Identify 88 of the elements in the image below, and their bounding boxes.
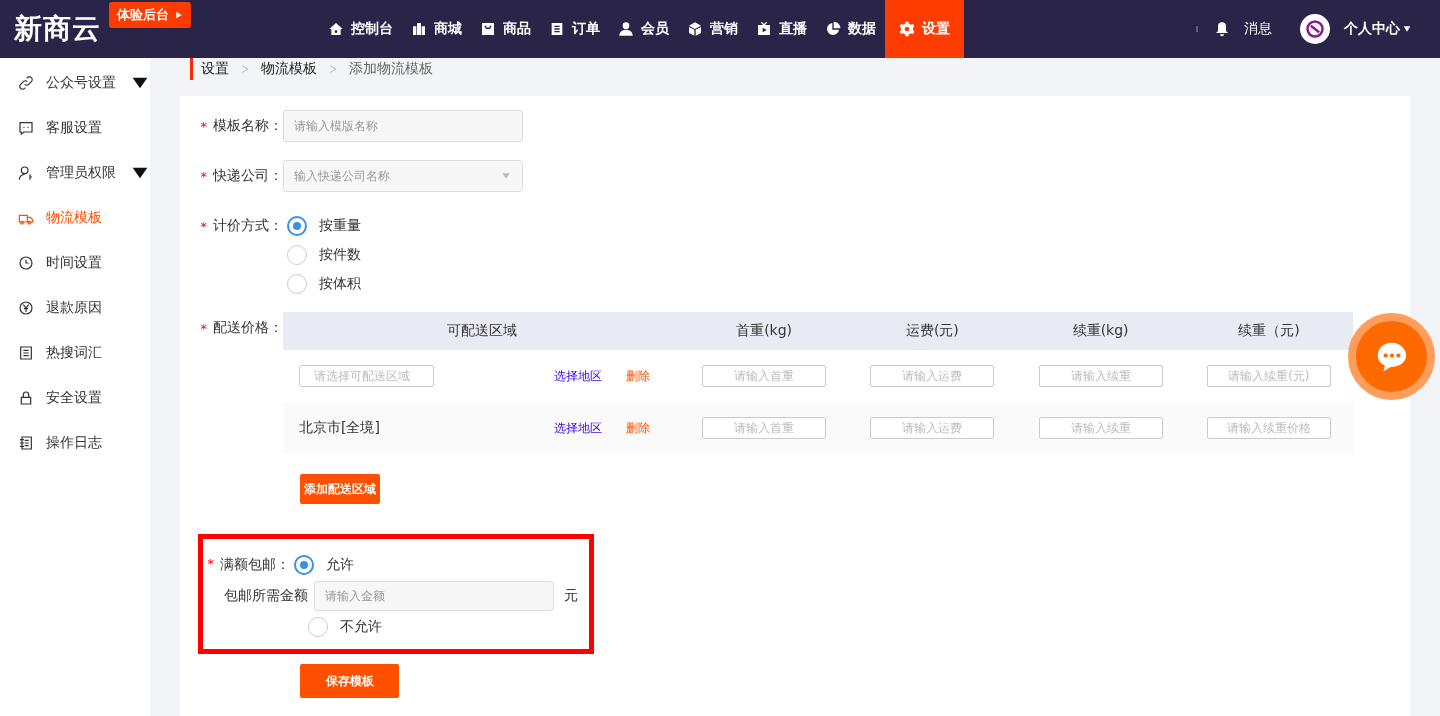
clipboard-icon [549,21,565,37]
person-icon [618,21,634,37]
option-label: 不允许 [340,618,382,636]
nav-item[interactable]: 设置 [885,0,964,58]
nav-item[interactable]: 直播 [747,0,816,58]
option-label: 按件数 [319,246,361,264]
text-input[interactable]: 请输入模版名称 [283,110,523,142]
chat-bubble-icon [18,119,34,136]
required-mark: * [207,556,214,573]
breadcrumb-item: 添加物流模板 [349,60,433,78]
avatar[interactable] [1300,14,1330,44]
amount-input[interactable]: 请输入金额 [314,581,554,611]
radio-button[interactable] [287,274,307,294]
column-header: 续重（元) [1184,312,1353,350]
caret-down-icon [1402,25,1412,33]
unit-label: 元 [564,587,578,605]
option-label: 按重量 [319,217,361,235]
gear-icon [899,21,915,37]
nav-item[interactable]: 数据 [816,0,885,58]
house-icon [328,21,344,37]
messages-link[interactable]: 消息 [1244,20,1272,38]
cube-icon [687,21,703,37]
tv-icon [756,21,772,37]
radio-button[interactable] [308,617,328,637]
user-menu[interactable]: 个人中心 [1344,20,1412,38]
table-input[interactable]: 请输入首重 [702,417,827,439]
lock-icon [18,389,34,406]
field-label: 满额包邮： [220,556,290,574]
sidebar-item[interactable]: 热搜词汇 [0,330,150,375]
nav-item[interactable]: 商品 [471,0,540,58]
sidebar-item[interactable]: 客服设置 [0,105,150,150]
list-icon [18,344,34,361]
table-input[interactable]: 请输入运费 [870,417,995,439]
sidebar-item[interactable]: 退款原因 [0,285,150,330]
table-input[interactable]: 请输入首重 [702,365,827,387]
sidebar-item[interactable]: 安全设置 [0,375,150,420]
select-region-link[interactable]: 选择地区 [554,419,602,437]
required-mark: * [200,118,207,134]
table-input[interactable]: 请输入续重 [1038,365,1163,387]
radio-button[interactable] [287,245,307,265]
field-label: 配送价格： [213,319,283,337]
table-input[interactable]: 请输入续重 [1038,417,1163,439]
nav-item[interactable]: 会员 [609,0,678,58]
column-header: 可配送区域 [283,312,680,350]
bell-icon [1214,20,1230,38]
trial-button[interactable]: 体验后台 [109,2,191,28]
select-region-link[interactable]: 选择地区 [554,367,602,385]
column-header: 续重(kg) [1016,312,1185,350]
table-input[interactable]: 请输入续重(元) [1206,365,1331,387]
log-icon [18,434,34,451]
field-label: 模板名称： [213,117,283,135]
buildings-icon [411,21,427,37]
field-label: 计价方式： [213,217,283,235]
column-header: 运费(元) [848,312,1017,350]
caret-down-icon [500,172,512,180]
chevron-right-icon [241,64,249,74]
table-input[interactable]: 请输入续重价格 [1206,417,1331,439]
required-mark: * [200,218,207,234]
nav-item[interactable]: 营销 [678,0,747,58]
radio-button[interactable] [294,555,314,575]
pie-chart-icon [825,21,841,37]
sidebar-item[interactable]: 操作日志 [0,420,150,465]
table-input[interactable]: 请输入运费 [870,365,995,387]
link-icon [18,74,34,91]
nav-item[interactable]: 订单 [540,0,609,58]
option-label: 允许 [326,556,354,574]
region-text: 北京市[全境] [299,419,381,437]
required-mark: * [200,168,207,184]
required-mark: * [200,320,207,336]
play-triangle-icon [175,10,183,20]
breadcrumb-item[interactable]: 物流模板 [261,60,317,78]
clock-icon [18,254,34,271]
option-label: 按体积 [319,275,361,293]
sidebar-item[interactable]: 管理员权限 [0,150,150,195]
radio-button[interactable] [287,216,307,236]
nav-item[interactable]: 控制台 [319,0,402,58]
sidebar-item[interactable]: 公众号设置 [0,60,150,105]
logo: 新商云 [14,11,101,47]
field-label: 快递公司： [213,167,283,185]
nav-item[interactable]: 商城 [402,0,471,58]
field-label: 包邮所需金额 [223,587,309,605]
yen-circle-icon [18,299,34,316]
user-key-icon [18,164,34,181]
sidebar-item[interactable]: 时间设置 [0,240,150,285]
column-header: 首重(kg) [680,312,849,350]
breadcrumb-item[interactable]: 设置 [201,60,229,78]
chevron-right-icon [329,64,337,74]
bag-icon [480,21,496,37]
